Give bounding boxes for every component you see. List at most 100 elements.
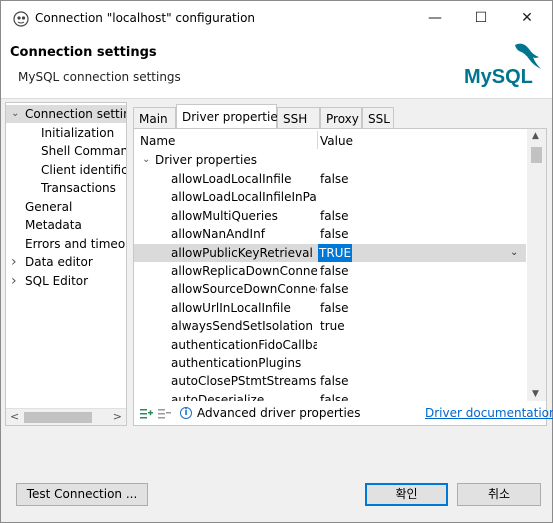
property-value-editor[interactable]: TRUE [318,243,353,262]
property-value: false [320,300,349,315]
page-title: Connection settings [10,45,157,60]
column-header-name[interactable]: Name [140,134,175,148]
minimize-button[interactable]: — [412,1,458,35]
close-button[interactable]: ✕ [504,1,550,35]
property-value: false [320,392,349,401]
panel-splitter[interactable] [127,102,132,426]
property-row[interactable]: authenticationPlugins [134,354,526,372]
window-title: Connection "localhost" configuration [35,11,256,25]
scroll-up-icon[interactable]: ▲ [532,131,539,141]
property-row[interactable]: allowLoadLocalInfile false [134,170,526,188]
driver-properties-panel: Name Value ⌄ Driver properties allowLoadLo… [133,128,553,426]
property-value: false [320,264,349,278]
advanced-properties-label: Advanced driver properties [197,406,361,420]
configuration-dialog: Connection "localhost" configuration — ☐… [0,0,553,523]
property-row[interactable]: allowSourceDownConnectionsfalse [134,280,526,298]
property-row[interactable]: autoDeserialize false [134,391,526,401]
property-name: allowPublicKeyRetrieval [171,245,313,260]
mysql-logo: MySQL [464,43,541,88]
property-name: allowLoadLocalInfile [171,172,292,186]
ok-button[interactable]: 확인 [365,483,448,506]
property-value: true [320,319,345,334]
tree-item-label: Data editor [25,255,93,269]
property-name: allowNanAndInf [171,227,265,242]
property-name: allowLoadLocalInfileInPath [171,190,317,205]
info-icon: i [180,407,192,419]
tab-ssh[interactable]: SSH [277,107,320,129]
tab-driver-properties[interactable]: Driver properties [176,104,284,129]
property-row[interactable]: authenticationFidoCallbackHandler [134,336,526,354]
remove-property-icon[interactable] [157,406,171,420]
property-row[interactable]: allowUrlInLocalInfile false [134,299,526,317]
property-row[interactable]: allowMultiQueries false [134,207,526,225]
property-name: allowReplicaDownConnections [171,264,317,278]
tree-item-initialization[interactable]: Initialization [6,124,126,142]
add-property-icon[interactable] [139,406,153,420]
dbeaver-app-icon [13,11,29,27]
property-row[interactable]: allowNanAndInf false [134,225,526,243]
scrollbar-thumb[interactable] [531,147,542,163]
dropdown-chevron-icon[interactable]: ⌄ [510,244,518,262]
scroll-right-icon[interactable]: > [113,410,122,423]
tree-item-label: Errors and timeouts [25,236,126,251]
tree-item-label: Connection settings [25,107,126,121]
mysql-logo-text: MySQL [464,66,533,88]
property-row[interactable]: allowPublicKeyRetrieval TRUE ⌄ [134,243,526,262]
property-row[interactable]: allowReplicaDownConnectionsfalse [134,262,526,280]
properties-table: Name Value ⌄ Driver properties allowLoadLo… [134,129,526,401]
vertical-scrollbar[interactable]: ▲ ▼ [527,129,546,401]
tree-item-errors-and-timeouts[interactable]: Errors and timeouts [6,235,126,253]
tree-item-metadata[interactable]: Metadata [6,216,126,234]
column-header-value[interactable]: Value [320,134,353,148]
tab-proxy[interactable]: Proxy [320,107,362,129]
property-group-label: Driver properties [155,153,257,167]
tree-item-shell-commands[interactable]: Shell Commands [6,142,126,160]
tree-item-data-editor[interactable]: › Data editor [6,253,126,271]
page-subtitle: MySQL connection settings [18,70,181,84]
tab-ssl[interactable]: SSL [362,107,394,129]
property-row[interactable]: allowLoadLocalInfileInPath [134,188,526,206]
chevron-down-icon[interactable]: ⌄ [142,151,150,169]
scrollbar-thumb[interactable] [24,412,92,423]
property-name: allowSourceDownConnections [171,282,317,297]
cancel-button[interactable]: 취소 [457,483,541,506]
property-value: false [320,374,349,389]
property-name: autoDeserialize [171,392,265,401]
property-name: allowMultiQueries [171,208,278,223]
driver-documentation-link[interactable]: Driver documentation [425,406,553,420]
properties-toolbar: i Advanced driver properties Driver docu… [134,402,553,426]
tree-item-label: Initialization [41,125,115,140]
column-divider[interactable] [317,131,318,149]
tree-item-connection-settings[interactable]: ⌄ Connection settings [6,105,126,123]
tree-item-label: Client identification [41,162,126,177]
test-connection-button[interactable]: Test Connection ... [16,483,148,506]
tree-item-label: Shell Commands [41,144,126,158]
tab-main[interactable]: Main [133,107,176,129]
tree-item-label: Transactions [41,181,116,195]
tree-item-sql-editor[interactable]: › SQL Editor [6,272,126,290]
chevron-right-icon[interactable]: › [11,253,17,271]
tree-item-transactions[interactable]: Transactions [6,179,126,197]
tree-item-general[interactable]: General [6,198,126,216]
horizontal-scrollbar[interactable]: < > [6,408,126,425]
maximize-button[interactable]: ☐ [458,1,504,35]
property-row[interactable]: autoClosePStmtStreams false [134,372,526,390]
property-value: false [320,208,349,223]
settings-navigation-tree: ⌄ Connection settings Initialization Shell … [5,102,127,426]
property-name: alwaysSendSetIsolation [171,319,313,334]
tree-item-client-identification[interactable]: Client identification [6,161,126,179]
chevron-down-icon[interactable]: ⌄ [11,105,19,123]
scroll-left-icon[interactable]: < [10,410,19,423]
property-name: autoClosePStmtStreams [171,374,317,389]
property-group-row[interactable]: ⌄ Driver properties [134,151,526,169]
property-name: authenticationFidoCallbackHandler [171,337,317,352]
property-value: false [320,282,349,297]
chevron-right-icon[interactable]: › [11,272,17,290]
tree-item-label: SQL Editor [25,273,89,288]
tree-item-label: Metadata [25,218,82,232]
property-value: false [320,227,349,242]
footer-divider [1,431,552,432]
property-row[interactable]: alwaysSendSetIsolation true [134,317,526,335]
property-name: authenticationPlugins [171,356,302,370]
scroll-down-icon[interactable]: ▼ [532,389,539,399]
